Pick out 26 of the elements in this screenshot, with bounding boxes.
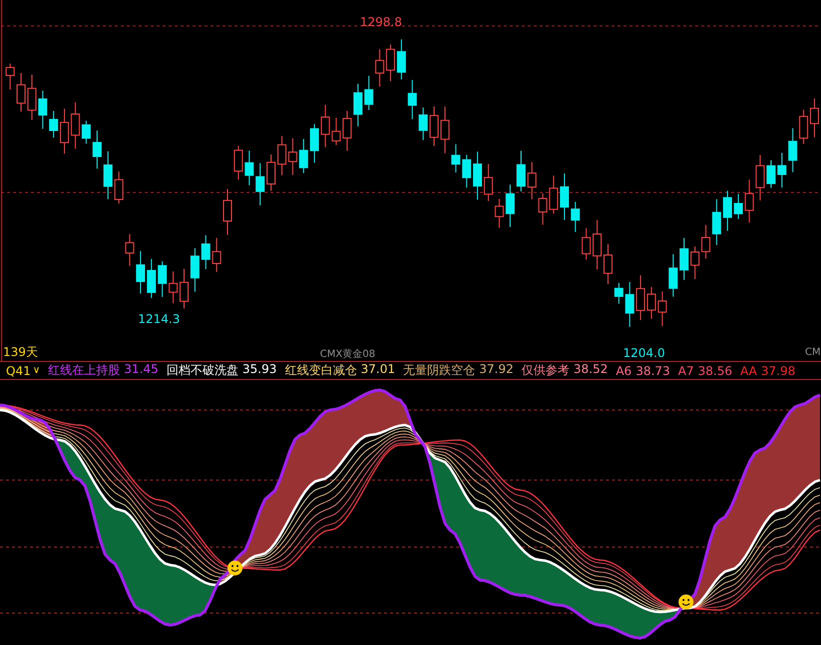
legend-label: 回档不破洗盘: [166, 362, 238, 379]
high-price-label: 1298.8: [360, 15, 402, 29]
symbol-label: CM: [805, 347, 821, 358]
legend-label: 无量阴跌空仓: [403, 362, 476, 379]
low-price-label: 1214.3: [138, 312, 180, 326]
legend-value: 37.98: [761, 364, 796, 378]
legend-label: 红线变白减仓: [284, 362, 357, 379]
legend-label: 仅供参考: [521, 362, 570, 379]
legend-value: 31.45: [124, 362, 158, 378]
legend-value: 38.56: [698, 364, 732, 378]
low-price-label: 1204.0: [623, 346, 665, 360]
legend-label: A7: [678, 364, 694, 378]
smiley-icon: [678, 594, 694, 610]
dropdown-toggle[interactable]: ∨: [32, 365, 40, 376]
legend-value: 37.01: [360, 362, 396, 378]
legend-label: AA: [740, 364, 758, 378]
legend-label: 红线在上持股: [48, 362, 120, 379]
legend-value: 38.73: [636, 364, 670, 378]
indicator-name: Q41: [6, 364, 31, 378]
legend-value: 37.92: [479, 362, 514, 378]
legend-label: A6: [616, 364, 632, 378]
smiley-icon: [227, 560, 243, 576]
legend-value: 35.93: [242, 362, 277, 378]
legend-value: 38.52: [573, 362, 608, 378]
symbol-label: CMX黄金08: [320, 348, 376, 361]
period-label: 139天: [3, 344, 38, 361]
